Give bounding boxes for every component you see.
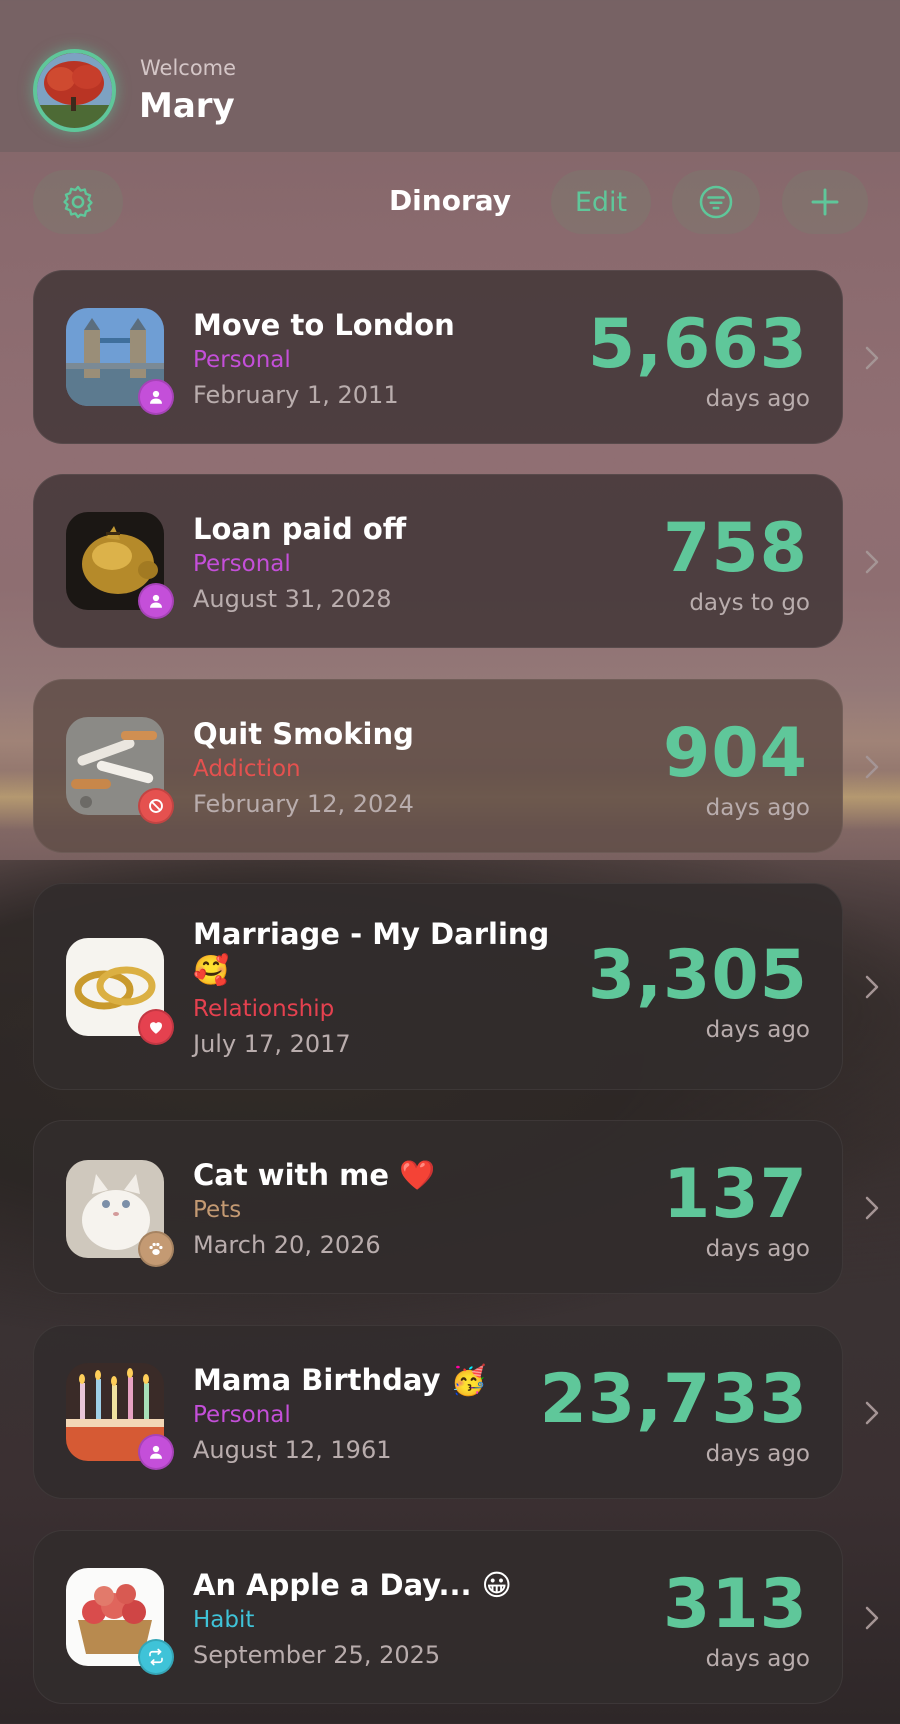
chevron-right-icon[interactable] (862, 1603, 882, 1633)
event-title-emoji: 🥰 (193, 953, 230, 987)
event-card[interactable]: Marriage - My Darling 🥰 Relationship Jul… (33, 883, 843, 1090)
event-title: Loan paid off (193, 512, 407, 546)
list-title[interactable]: Dinoray (360, 184, 540, 217)
chevron-right-icon[interactable] (862, 1193, 882, 1223)
heart-icon (150, 1022, 162, 1034)
event-category: Personal (193, 551, 291, 577)
welcome-label: Welcome (140, 56, 237, 80)
tree-photo (37, 53, 112, 128)
filter-button[interactable] (672, 170, 760, 234)
habit-badge (138, 1639, 174, 1675)
relationship-badge (138, 1009, 174, 1045)
event-title: Cat with me ❤️ (193, 1158, 436, 1192)
repeat-icon (149, 1648, 163, 1666)
event-category: Relationship (193, 996, 335, 1022)
event-category: Pets (193, 1197, 242, 1223)
person-icon (150, 1445, 162, 1459)
edit-button[interactable]: Edit (551, 170, 651, 234)
day-count-unit: days ago (705, 1441, 810, 1467)
event-card[interactable]: Cat with me ❤️ Pets March 20, 2026 137 d… (33, 1120, 843, 1294)
day-count: 137 (663, 1155, 808, 1234)
addiction-badge (138, 788, 174, 824)
event-category: Personal (193, 1402, 291, 1428)
event-date: July 17, 2017 (193, 1030, 351, 1058)
chevron-right-icon[interactable] (862, 972, 882, 1002)
event-category: Addiction (193, 756, 301, 782)
event-title: Move to London (193, 308, 455, 342)
chevron-right-icon[interactable] (862, 752, 882, 782)
event-date: September 25, 2025 (193, 1641, 441, 1669)
event-date: March 20, 2026 (193, 1231, 381, 1259)
day-count-unit: days ago (705, 1646, 810, 1672)
personal-badge (138, 1434, 174, 1470)
event-date: February 1, 2011 (193, 381, 399, 409)
event-title: Mama Birthday 🥳 (193, 1363, 487, 1397)
event-date: August 12, 1961 (193, 1436, 392, 1464)
chevron-right-icon[interactable] (862, 1398, 882, 1428)
event-date: August 31, 2028 (193, 585, 392, 613)
paw-icon (149, 1242, 163, 1255)
no-sign-icon (149, 799, 163, 813)
event-title: Quit Smoking (193, 717, 414, 751)
user-name: Mary (139, 86, 235, 126)
event-card[interactable]: Move to London Personal February 1, 2011… (33, 270, 843, 444)
day-count: 23,733 (539, 1360, 808, 1439)
day-count: 313 (663, 1565, 808, 1644)
avatar[interactable] (33, 49, 116, 132)
profile-header: Welcome Mary (0, 0, 900, 152)
day-count-unit: days to go (689, 590, 810, 616)
toolbar: Dinoray Edit (0, 170, 900, 240)
chevron-right-icon[interactable] (862, 343, 882, 373)
event-category: Habit (193, 1607, 255, 1633)
event-card[interactable]: Loan paid off Personal August 31, 2028 7… (33, 474, 843, 648)
event-card[interactable]: Quit Smoking Addiction February 12, 2024… (33, 679, 843, 853)
day-count: 904 (663, 714, 808, 793)
filter-icon (699, 185, 733, 219)
day-count-unit: days ago (705, 795, 810, 821)
settings-button[interactable] (33, 170, 123, 234)
day-count: 5,663 (587, 305, 808, 384)
event-card[interactable]: Mama Birthday 🥳 Personal August 12, 1961… (33, 1325, 843, 1499)
person-icon (150, 594, 162, 608)
event-card[interactable]: An Apple a Day... 😀 Habit September 25, … (33, 1530, 843, 1704)
personal-badge (138, 379, 174, 415)
plus-icon (811, 188, 839, 216)
event-category: Personal (193, 347, 291, 373)
day-count: 758 (663, 509, 808, 588)
personal-badge (138, 583, 174, 619)
gear-icon (63, 185, 93, 219)
event-title: An Apple a Day... 😀 (193, 1568, 512, 1602)
day-count: 3,305 (587, 936, 808, 1015)
day-count-unit: days ago (705, 1017, 810, 1043)
day-count-unit: days ago (705, 386, 810, 412)
pets-badge (138, 1231, 174, 1267)
add-event-button[interactable] (782, 170, 868, 234)
chevron-right-icon[interactable] (862, 547, 882, 577)
person-icon (150, 390, 162, 404)
day-count-unit: days ago (705, 1236, 810, 1262)
event-title: Marriage - My Darling (193, 917, 550, 951)
event-date: February 12, 2024 (193, 790, 414, 818)
